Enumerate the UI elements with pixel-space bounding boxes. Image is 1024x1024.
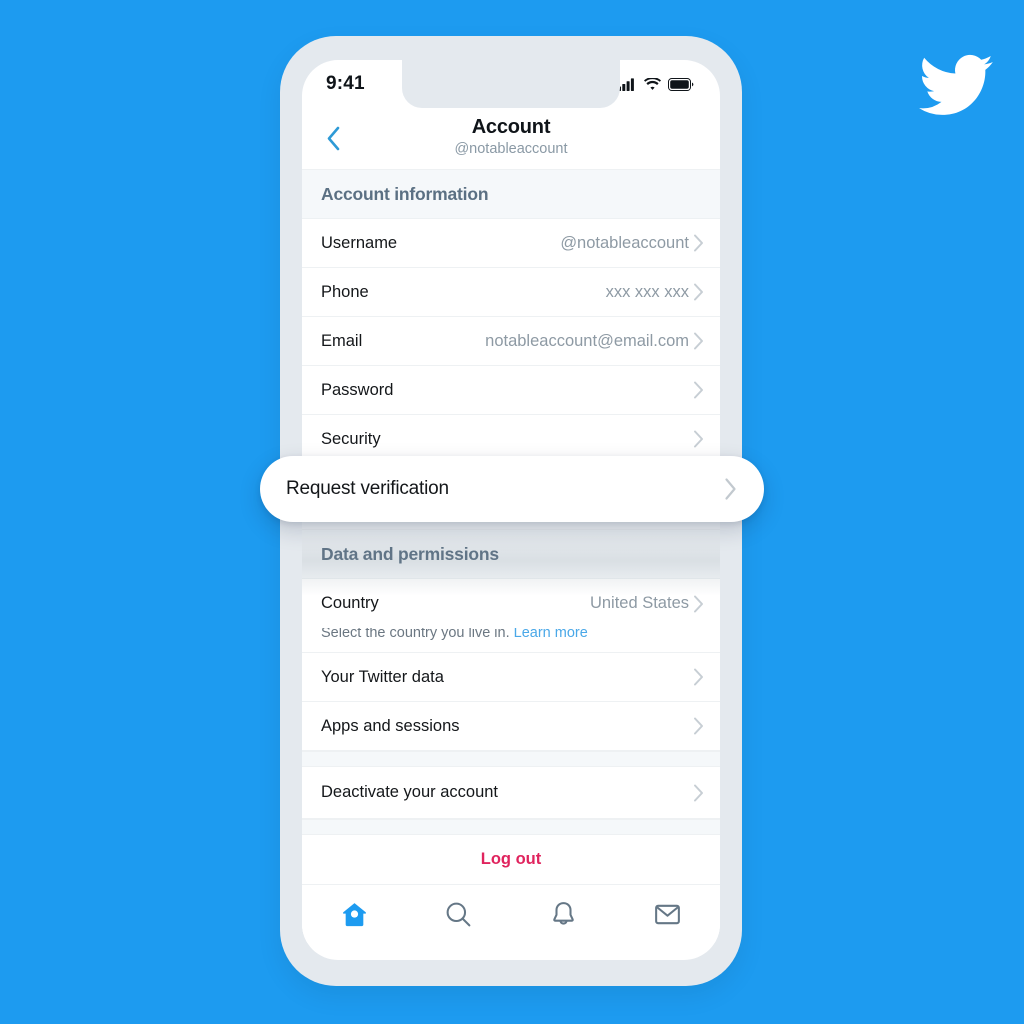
chevron-left-icon — [327, 126, 339, 151]
chevron-right-icon — [724, 477, 738, 501]
chevron-right-icon — [693, 381, 704, 400]
section-gap — [302, 751, 720, 767]
row-label: Security — [321, 429, 381, 448]
row-apps-and-sessions[interactable]: Apps and sessions — [302, 702, 720, 751]
row-email[interactable]: Email notableaccount@email.com — [302, 317, 720, 366]
section-header-account-information: Account information — [302, 170, 720, 219]
request-verification-label: Request verification — [286, 478, 449, 499]
row-value: United States — [589, 594, 689, 612]
log-out-label: Log out — [480, 850, 542, 868]
chevron-right-icon — [693, 332, 704, 351]
tab-search[interactable] — [407, 900, 512, 929]
row-label: Deactivate your account — [321, 783, 499, 801]
row-country-description: Select the country you live in. Learn mo… — [302, 625, 720, 653]
row-label: Phone — [321, 282, 369, 301]
twitter-bird-icon — [919, 54, 993, 115]
row-username[interactable]: Username @notableaccount — [302, 219, 720, 268]
status-time: 9:41 — [326, 73, 365, 94]
wifi-icon — [644, 77, 661, 90]
cellular-signal-icon — [618, 77, 634, 91]
status-icons — [618, 77, 694, 91]
settings-list: Account information Username @notableacc… — [302, 170, 720, 943]
nav-bar: Account @notableaccount — [302, 108, 720, 170]
row-value: notableaccount@email.com — [485, 331, 689, 350]
section-header-data-and-permissions: Data and permissions — [302, 530, 720, 579]
row-label: Country — [321, 594, 379, 612]
section-gap — [302, 819, 720, 835]
phone-notch — [402, 60, 620, 108]
envelope-icon — [655, 904, 681, 924]
page-subtitle: @notableaccount — [454, 141, 568, 158]
chevron-right-icon — [693, 783, 704, 802]
row-deactivate-account[interactable]: Deactivate your account — [302, 767, 720, 819]
row-password[interactable]: Password — [302, 366, 720, 415]
bell-icon — [552, 901, 574, 925]
chevron-right-icon — [693, 234, 704, 253]
request-verification-card[interactable]: Request verification — [260, 456, 764, 522]
chevron-right-icon — [693, 668, 704, 687]
page-title: Account — [471, 116, 551, 139]
tab-notifications[interactable] — [511, 900, 616, 929]
chevron-right-icon — [693, 717, 704, 736]
tab-home[interactable] — [302, 900, 407, 929]
row-label: Your Twitter data — [321, 667, 444, 686]
row-phone[interactable]: Phone xxx xxx xxx — [302, 268, 720, 317]
row-label: Apps and sessions — [321, 716, 460, 735]
chevron-right-icon — [693, 594, 704, 613]
row-country[interactable]: Country United States — [302, 579, 720, 628]
tab-messages[interactable] — [616, 900, 721, 929]
row-label: Email — [321, 331, 363, 350]
search-icon — [446, 902, 471, 926]
battery-icon — [668, 77, 694, 91]
chevron-right-icon — [693, 430, 704, 449]
nav-titles: Account @notableaccount — [302, 116, 720, 161]
chevron-right-icon — [693, 283, 704, 302]
home-icon — [342, 902, 366, 926]
row-your-twitter-data[interactable]: Your Twitter data — [302, 653, 720, 702]
row-label: Password — [321, 380, 394, 399]
log-out-button[interactable]: Log out — [302, 835, 720, 885]
row-value: xxx xxx xxx — [605, 282, 689, 301]
tab-bar — [302, 885, 720, 943]
back-button[interactable] — [316, 122, 350, 156]
row-value: @notableaccount — [560, 233, 689, 252]
row-label: Username — [321, 233, 398, 252]
